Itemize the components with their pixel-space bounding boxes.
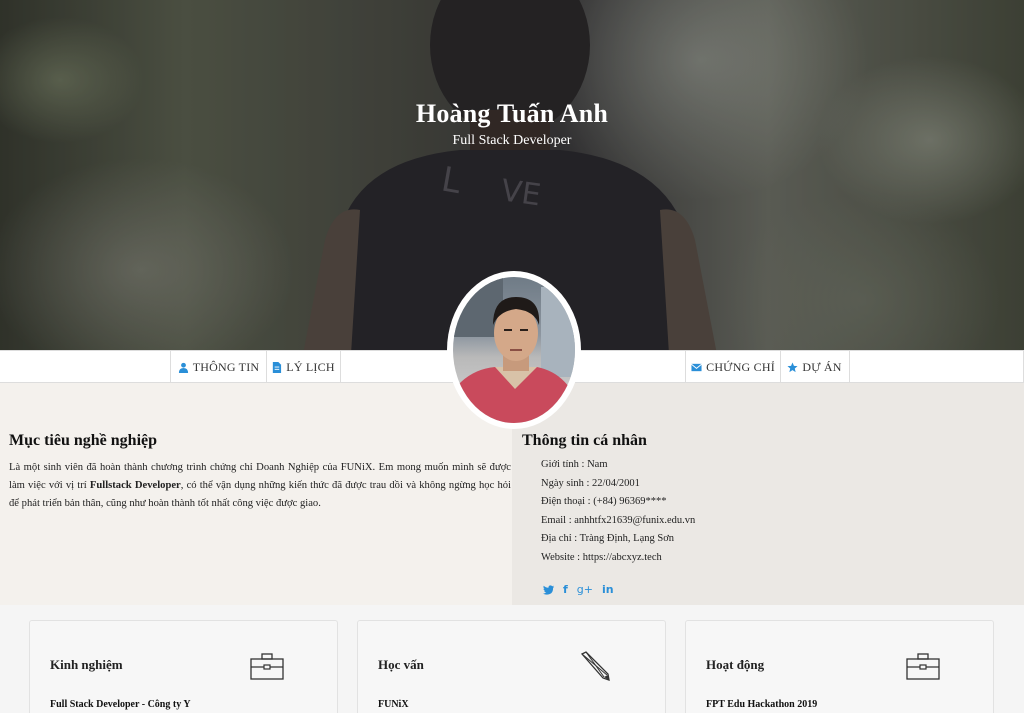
nav-item-thong-tin[interactable]: THÔNG TIN [170,351,267,383]
card-item: Full Stack Developer - Công ty Y [50,699,191,710]
star-icon [787,361,798,372]
nav-label: CHỨNG CHỈ [706,359,775,374]
facebook-icon[interactable]: f [563,583,568,596]
profile-name: Hoàng Tuấn Anh [415,99,609,128]
social-links: f g+ in [543,583,614,596]
briefcase-icon [250,653,284,680]
profile-role: Full Stack Developer [452,133,572,148]
google-plus-icon[interactable]: g+ [577,583,593,596]
objective-title: Mục tiêu nghề nghiệp [9,432,158,449]
envelope-icon [691,363,702,371]
linkedin-icon[interactable]: in [602,583,614,596]
card-item: FPT Edu Hackathon 2019 [706,699,818,710]
card-item: FUNiX [378,699,409,710]
nav-item-ly-lich[interactable]: LÝ LỊCH [266,351,341,383]
user-icon [178,362,188,373]
nav-label: DỰ ÁN [802,359,842,374]
objective-highlight: Fullstack Developer [89,480,181,491]
card-title: Học vấn [378,657,424,672]
nav-item-chung-chi[interactable]: CHỨNG CHỈ [685,351,781,383]
nav-label: THÔNG TIN [192,359,260,374]
file-icon [273,361,282,373]
objective-text: Là một sinh viên đã hoàn thành chương tr… [9,462,511,509]
info-phone: Điện thoại : (+84) 96369**** [541,496,667,507]
card-experience: Kinh nghiệm Full Stack Developer - Công … [29,620,338,713]
nav-label: LÝ LỊCH [286,359,335,374]
info-gender: Giới tính : Nam [541,459,608,470]
personal-info-title: Thông tin cá nhân [522,432,647,449]
card-activities: Hoạt động FPT Edu Hackathon 2019 [685,620,994,713]
twitter-icon[interactable] [543,584,554,595]
card-title: Kinh nghiệm [50,657,123,672]
card-education: Học vấn FUNiX [357,620,666,713]
avatar-photo [453,277,575,423]
card-title: Hoạt động [706,657,765,672]
info-birthday: Ngày sinh : 22/04/2001 [541,478,640,489]
personal-info-panel [512,383,1024,605]
info-address: Địa chỉ : Tràng Định, Lạng Sơn [541,533,675,544]
nav-item-du-an[interactable]: DỰ ÁN [780,351,850,383]
info-website: Website : https://abcxyz.tech [541,552,662,563]
avatar [447,271,581,429]
info-email: Email : anhhtfx21639@funix.edu.vn [541,515,696,526]
briefcase-icon [906,653,940,680]
pencil-icon [580,651,610,681]
